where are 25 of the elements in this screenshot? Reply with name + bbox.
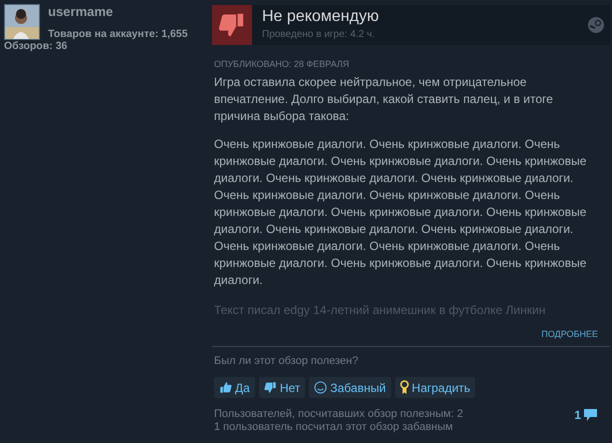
verdict-title: Не рекомендую xyxy=(262,8,380,26)
username[interactable]: usermame xyxy=(48,4,188,19)
thumbs-down-icon xyxy=(264,381,277,394)
vote-button[interactable]: Нет xyxy=(258,377,306,398)
thumbs-down-icon xyxy=(218,11,246,39)
review-paragraph: Игра оставила скорее нейтральное, чем отрицательное впечатление. Долго выбирал, какой ставить палец, и в итоге причина выбора такова: xyxy=(214,74,554,125)
vote-button[interactable]: Забавный xyxy=(309,377,391,398)
playtime: Проведено в игре: 4.2 ч. xyxy=(262,29,376,40)
award-icon xyxy=(400,380,409,395)
comment-count[interactable]: 1 xyxy=(574,408,581,422)
read-more-link[interactable]: ПОДРОБНЕЕ xyxy=(541,329,598,339)
vote-button[interactable]: Да xyxy=(214,377,255,398)
reviews-count: Обзоров: 36 xyxy=(4,40,68,52)
smiley-icon xyxy=(314,381,328,394)
thumbs-up-icon xyxy=(219,381,232,394)
speech-bubble-icon[interactable] xyxy=(583,408,598,422)
helpful-question: Был ли этот обзор полезен? xyxy=(214,355,360,367)
faded-review-text: Текст писал edgy 14-летний анимешник в футболке Линкин xyxy=(214,303,546,317)
posted-date: ОПУБЛИКОВАНО: 28 ФЕВРАЛЯ xyxy=(214,59,350,69)
vote-stat: Пользователей, посчитавших обзор полезным: 2 xyxy=(214,408,464,421)
review-paragraph: Очень кринжовые диалоги. Очень кринжовые диалоги. Очень кринжовые диалоги. Очень кринжовые диалоги. Очень кринжовые диалоги. Очень кринжовые диалоги. Очень кринжовые диалоги. Очень кринжовые диалоги. Очень кринжовые диалоги. Очень кринжовые диалоги. Очень кринжовые диалоги. Очень кринжовые диалоги. Очень кринжовые диалоги. Очень кринжовые диалоги. Очень кринжовые диалоги. Очень кринжовые диалоги. Очень кринжовые диалоги. Очень кринжовые диалоги. Очень кринжовые диалоги. xyxy=(214,136,588,289)
steam-icon xyxy=(588,17,604,33)
vote-button[interactable]: Наградить xyxy=(394,377,476,398)
vote-stat: 1 пользователь посчитал этот обзор забавным xyxy=(214,421,454,434)
products-count: Товаров на аккаунте: 1,655 xyxy=(48,28,188,40)
